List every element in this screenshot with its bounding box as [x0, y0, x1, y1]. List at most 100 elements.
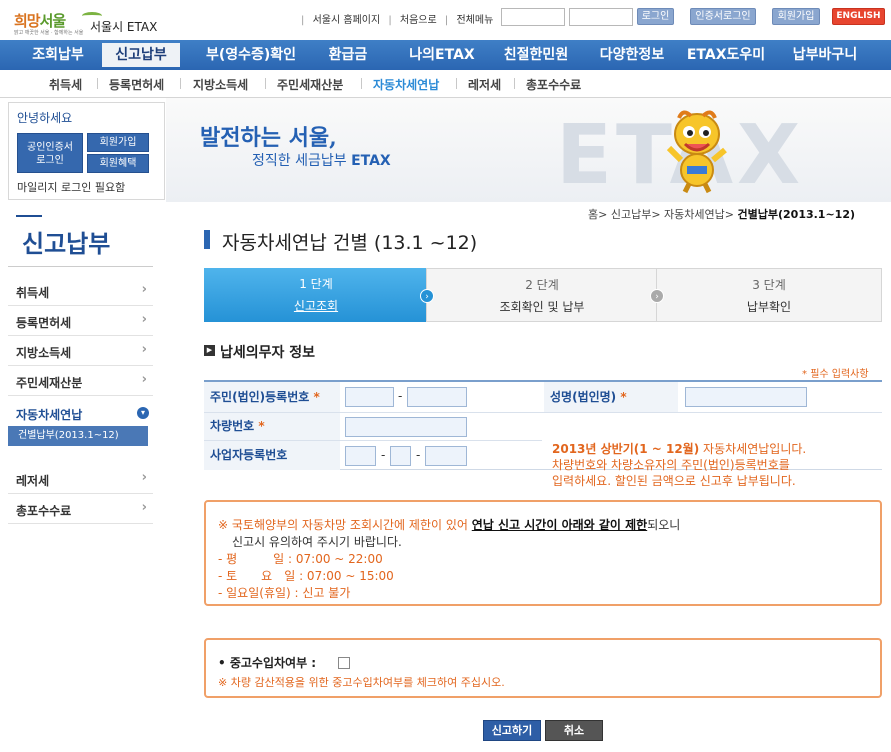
business-no-part1-input[interactable]: [345, 446, 376, 466]
step-3-number: 3 단계: [752, 278, 786, 292]
main-nav: 조회납부 신고납부 부(영수증)확인 환급금 나의ETAX 친절한민원 다양한정…: [0, 40, 891, 70]
name-input[interactable]: [685, 387, 807, 407]
label-business-no: 사업자등록번호: [204, 441, 340, 470]
info-line-1: ※ 국토해양부의 자동차망 조회시간에 제한이 있어 연납 신고 시간이 아래와…: [218, 518, 681, 532]
chevron-right-icon: ›: [141, 470, 147, 485]
login-button[interactable]: 로그인: [637, 8, 674, 25]
step-1-label: 신고조회: [293, 299, 339, 313]
breadcrumb-level1[interactable]: 신고납부: [611, 208, 651, 221]
label-resident-no: 주민(법인)등록번호 *: [204, 382, 340, 412]
used-import-note: ※ 차량 감산적용을 위한 중고수입차여부를 체크하여 주십시오.: [218, 676, 505, 689]
chevron-right-icon: ›: [141, 342, 147, 357]
breadcrumb-level2[interactable]: 자동차세연납: [664, 208, 725, 221]
step-2-label: 조회확인 및 납부: [499, 300, 585, 314]
link-first-page[interactable]: 처음으로: [400, 15, 437, 26]
step-1: 1 단계 신고조회: [204, 268, 428, 322]
section-title: 납세의무자 정보: [220, 345, 316, 361]
login-box: 안녕하세요 공인인증서 로그인 회원가입 회원혜택 마일리지 로그인 필요함: [8, 102, 165, 200]
step-arrow-icon: ›: [420, 289, 434, 303]
required-note: * 필수 입력사항: [802, 369, 869, 380]
resident-no-front-input[interactable]: [345, 387, 394, 407]
sidebar-item-resident-property-tax[interactable]: 주민세재산분 ›: [8, 366, 153, 396]
info-line-2: 신고시 유의하여 주시기 바랍니다.: [232, 535, 402, 549]
subnav-registration-tax[interactable]: 등록면허세: [109, 76, 164, 93]
nav-report-payment[interactable]: 신고납부: [102, 43, 180, 67]
banner-headline: 발전하는 서울,: [200, 125, 337, 151]
subnav-resident-property-tax[interactable]: 주민세재산분: [277, 76, 343, 93]
join-button[interactable]: 회원가입: [772, 8, 820, 25]
logo-tagline: 맑고 깨끗한 서울 · 함께하는 서울: [14, 30, 84, 36]
sub-nav: 취득세 등록면허세 지방소득세 주민세재산분 자동차세연납 레저세 총포수수료: [0, 70, 891, 98]
greeting-text: 안녕하세요: [17, 111, 73, 125]
cert-login-button[interactable]: 인증서로그인: [690, 8, 756, 25]
resident-no-back-input[interactable]: [407, 387, 467, 407]
chevron-right-icon: ›: [141, 282, 147, 297]
nav-civil-service[interactable]: 친절한민원: [496, 40, 576, 70]
join-side-button[interactable]: 회원가입: [87, 133, 149, 152]
nav-refund[interactable]: 환급금: [316, 40, 380, 70]
sidebar-title-accent: [16, 215, 42, 217]
mileage-text: 마일리지 로그인 필요함: [17, 181, 126, 194]
step-3: 3 단계 납부확인: [656, 268, 882, 322]
logo-mark: 희망서울: [14, 12, 66, 30]
nav-my-etax[interactable]: 나의ETAX: [402, 40, 482, 70]
page-title: 자동차세연납 건별 (13.1 ~12): [222, 232, 478, 254]
label-name: 성명(법인명) *: [544, 382, 678, 412]
login-id-input[interactable]: [501, 8, 565, 26]
sidebar-item-gun-fee[interactable]: 총포수수료 ›: [8, 494, 153, 524]
chevron-right-icon: ›: [141, 500, 147, 515]
breadcrumb: 홈> 신고납부> 자동차세연납> 건별납부(2013.1~12): [588, 208, 856, 221]
sidebar-item-local-income-tax[interactable]: 지방소득세 ›: [8, 336, 153, 366]
haechi-mascot-icon: [666, 110, 727, 194]
section-bullet-icon: ▶: [204, 345, 215, 356]
sidebar-item-leisure-tax[interactable]: 레저세 ›: [8, 464, 153, 494]
period-notice: 2013년 상반기(1 ~ 12월) 자동차세연납입니다. 차량번호와 차량소유…: [552, 442, 807, 488]
info-saturday-hours: - 토 요 일 : 07:00 ~ 15:00: [218, 569, 394, 583]
banner-subline: 정직한 세금납부 ETAX: [252, 153, 391, 169]
subnav-leisure-tax[interactable]: 레저세: [468, 76, 501, 93]
vehicle-no-input[interactable]: [345, 417, 467, 437]
nav-inquiry-payment[interactable]: 조회납부: [18, 40, 98, 70]
chevron-right-icon: ›: [141, 312, 147, 327]
nav-payment-basket[interactable]: 납부바구니: [780, 40, 870, 70]
sidebar-item-acquisition-tax[interactable]: 취득세 ›: [8, 276, 153, 306]
step-1-number: 1 단계: [299, 277, 333, 291]
chevron-right-icon: ›: [141, 372, 147, 387]
subnav-car-tax-annual[interactable]: 자동차세연납: [373, 76, 439, 93]
nav-various-info[interactable]: 다양한정보: [592, 40, 672, 70]
step-2: 2 단계 조회확인 및 납부: [426, 268, 658, 322]
cancel-button[interactable]: 취소: [545, 720, 603, 741]
link-all-menu[interactable]: 전체메뉴: [456, 15, 493, 26]
sidebar-item-registration-tax[interactable]: 등록면허세 ›: [8, 306, 153, 336]
logo-etax-text: 서울시 ETAX: [90, 20, 158, 34]
nav-receipt-check[interactable]: 부(영수증)확인: [196, 40, 306, 70]
info-sunday-hours: - 일요일(휴일) : 신고 불가: [218, 586, 351, 600]
sidebar-subitem-per-case[interactable]: 건별납부(2013.1~12): [8, 426, 148, 446]
used-import-checkbox[interactable]: [338, 657, 350, 669]
subnav-gun-fee[interactable]: 총포수수료: [526, 76, 581, 93]
link-seoul-home[interactable]: 서울시 홈페이지: [313, 15, 381, 26]
label-vehicle-no: 차량번호 *: [204, 413, 340, 440]
step-3-label: 납부확인: [746, 300, 792, 314]
cert-login-side-button[interactable]: 공인인증서 로그인: [17, 133, 83, 173]
subnav-local-income-tax[interactable]: 지방소득세: [193, 76, 248, 93]
nav-etax-helper[interactable]: ETAX도우미: [684, 40, 768, 70]
member-benefit-button[interactable]: 회원혜택: [87, 154, 149, 173]
used-import-label: • 중고수입차여부 :: [218, 656, 317, 670]
sidebar-title: 신고납부: [22, 230, 111, 258]
business-no-part2-input[interactable]: [390, 446, 411, 466]
info-weekday-hours: - 평 일 : 07:00 ~ 22:00: [218, 552, 383, 566]
business-no-part3-input[interactable]: [425, 446, 467, 466]
english-button[interactable]: ENGLISH: [832, 8, 885, 25]
breadcrumb-current: 건별납부(2013.1~12): [737, 208, 856, 221]
sidebar-item-car-tax-annual[interactable]: 자동차세연납 ▾: [8, 398, 153, 428]
login-password-input[interactable]: [569, 8, 633, 26]
page-title-accent: [204, 230, 210, 249]
site-logo[interactable]: 희망서울 맑고 깨끗한 서울 · 함께하는 서울 서울시 ETAX: [14, 8, 164, 36]
top-links: | 서울시 홈페이지 | 처음으로 | 전체메뉴 |: [301, 15, 505, 26]
step-2-number: 2 단계: [525, 278, 559, 292]
submit-report-button[interactable]: 신고하기: [483, 720, 541, 741]
breadcrumb-home[interactable]: 홈: [588, 208, 598, 221]
subnav-acquisition-tax[interactable]: 취득세: [49, 76, 82, 93]
sidebar-divider: [8, 266, 153, 267]
